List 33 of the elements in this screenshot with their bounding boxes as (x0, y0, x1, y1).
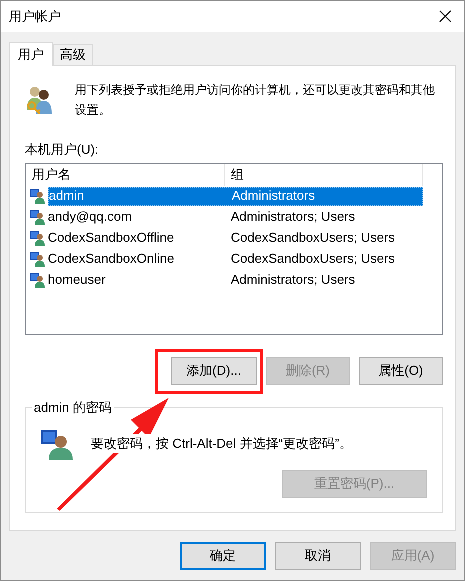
user-computer-icon (30, 188, 46, 204)
list-row[interactable]: admin Administrators (48, 186, 423, 206)
button[interactable]: 属性(O) (359, 356, 443, 384)
column-header[interactable]: 组 (225, 164, 423, 186)
tab[interactable]: 用户 (9, 42, 53, 66)
user-computer-icon (30, 230, 46, 246)
user-name: CodexSandboxOffline (48, 229, 176, 248)
list-label: 本机用户(U): (25, 141, 99, 159)
column-header[interactable]: 用户名 (26, 164, 225, 186)
button[interactable]: 取消 (275, 542, 361, 570)
user-name: admin (49, 187, 86, 206)
button[interactable]: 确定 (180, 542, 266, 570)
tab[interactable]: 高级 (53, 44, 93, 65)
user-name: homeuser (48, 271, 107, 290)
group-name: CodexSandboxUsers; Users (231, 229, 396, 248)
user-name: CodexSandboxOnline (48, 250, 176, 268)
group-name: Administrators; Users (231, 208, 356, 226)
list-row[interactable]: CodexSandboxOnline CodexSandboxUsers; Users (48, 250, 423, 268)
user-name: andy@qq.com (48, 208, 134, 226)
user-computer-icon (30, 209, 46, 225)
list-row[interactable]: andy@qq.com Administrators; Users (48, 208, 423, 226)
group-name: Administrators; Users (231, 271, 356, 290)
description-text: 用下列表授予或拒绝用户访问你的计算机，还可以更改其密码和其他设置。 (75, 82, 436, 119)
list-row[interactable]: homeuser Administrators; Users (48, 270, 423, 290)
button[interactable]: 添加(D)... (171, 356, 257, 384)
user-computer-icon (30, 272, 46, 288)
user-computer-icon (30, 251, 46, 267)
user-computer-icon (41, 428, 73, 460)
window-title: 用户帐户 (9, 8, 61, 26)
close-icon[interactable] (439, 10, 452, 23)
list-row[interactable]: CodexSandboxOffline CodexSandboxUsers; Users (48, 228, 423, 248)
group-name: CodexSandboxUsers; Users (231, 250, 396, 268)
group-name: Administrators (232, 187, 316, 206)
